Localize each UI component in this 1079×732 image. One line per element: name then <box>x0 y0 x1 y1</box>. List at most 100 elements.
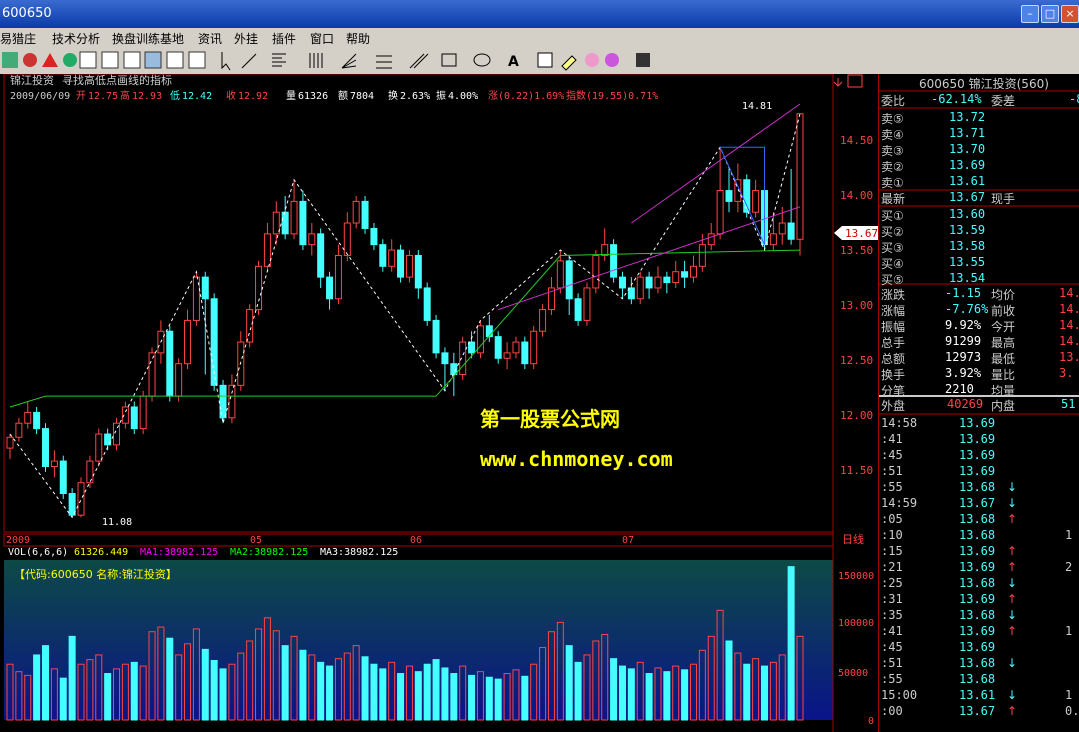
candle-body <box>556 260 564 289</box>
tick-row: :00 13.67 ↑ 0. <box>881 704 1079 718</box>
grid-icon <box>123 51 141 69</box>
svg-text:振: 振 <box>436 89 446 102</box>
candle-body <box>530 330 538 365</box>
minimize-button[interactable]: – <box>1021 5 1039 23</box>
cycle-icon <box>309 53 323 68</box>
channel-icon <box>376 55 392 69</box>
sell-level-1: 卖① 13.61 <box>881 174 986 190</box>
fan-icon <box>341 53 357 69</box>
menu-item-trade[interactable]: 交易猎庄 <box>0 30 36 47</box>
candle-body <box>432 319 440 354</box>
candle-body <box>618 276 626 289</box>
candle-body <box>326 276 334 300</box>
volume-bar <box>681 669 689 721</box>
candle-body <box>610 244 618 278</box>
candle-body <box>59 460 67 495</box>
menu-item-plugin-ext[interactable]: 外挂 <box>234 30 258 47</box>
stat-row: 总额 12973 最低 13. <box>881 350 1079 366</box>
candle-body <box>592 254 600 289</box>
candle-body <box>308 233 316 246</box>
candle-body <box>86 460 94 484</box>
svg-text:VOL(6,6,6): VOL(6,6,6) <box>8 547 68 558</box>
sell-level-2: 卖② 13.69 <box>881 158 986 174</box>
svg-text:13.00: 13.00 <box>840 299 873 312</box>
svg-text:12.42: 12.42 <box>182 91 212 102</box>
candle-body <box>379 244 387 267</box>
svg-text:50000: 50000 <box>838 668 868 679</box>
svg-text:MA2:38982.125: MA2:38982.125 <box>230 547 308 558</box>
svg-text:100000: 100000 <box>838 618 874 629</box>
volume-bar <box>432 659 440 721</box>
volume-axis-labels: 150000 100000 50000 0 <box>838 571 874 727</box>
svg-text:12.50: 12.50 <box>840 354 873 367</box>
menu-bar: 交易猎庄 技术分析 换盘训练基地 资讯 外挂 插件 窗口 帮助 <box>0 28 1079 48</box>
svg-text:61326.449: 61326.449 <box>74 547 128 558</box>
sell-level-4: 卖④ 13.71 <box>881 126 986 142</box>
candle-body <box>778 222 786 235</box>
candle-body <box>352 200 360 224</box>
outer-inner-row: 外盘 40269 内盘 51 <box>879 397 1079 413</box>
volume-bar <box>485 676 493 721</box>
watermark-title: 第一股票公式网 <box>480 407 620 431</box>
menu-item-training[interactable]: 换盘训练基地 <box>112 30 184 47</box>
chart-max-icon[interactable] <box>847 74 863 88</box>
channel-high <box>631 103 801 224</box>
volume-bar <box>166 637 174 721</box>
maximize-button[interactable]: □ <box>1041 5 1059 23</box>
menu-item-tech[interactable]: 技术分析 <box>52 30 100 47</box>
volume-bar <box>441 667 449 721</box>
volume-bar <box>299 649 307 721</box>
tick-row: :21 13.69 ↑ 2 <box>881 560 1073 574</box>
svg-text:收: 收 <box>226 89 236 102</box>
ohlc-header: 开 12.75 高 12.93 低 12.42 收 12.92 量 61326 额 7804… <box>76 89 658 102</box>
svg-text:开: 开 <box>76 91 86 102</box>
candle-body <box>166 330 174 397</box>
stat-row: 总手 91299 最高 14. <box>881 334 1079 350</box>
svg-text:150000: 150000 <box>838 571 874 582</box>
svg-text:MA1:38982.125: MA1:38982.125 <box>140 547 218 558</box>
copy-icon <box>537 52 553 68</box>
toolbar: A <box>0 48 1079 75</box>
candle-body <box>565 260 573 300</box>
ellipse-tool-icon <box>473 53 491 67</box>
tick-row: 15:00 13.61 ↓ 1 <box>881 688 1073 702</box>
chart-canvas[interactable]: 锦江投资 寻找高低点画线的指标 2009/06/09 开 12.75 高 12.93… <box>0 74 878 732</box>
candle-body <box>583 287 591 321</box>
palette-icon <box>605 53 619 67</box>
candle-body <box>521 341 529 365</box>
candle-body <box>698 244 706 267</box>
candle-body <box>317 233 325 278</box>
svg-text:量: 量 <box>286 90 296 102</box>
volume-bar <box>59 677 67 721</box>
menu-item-help[interactable]: 帮助 <box>346 30 370 47</box>
candle-body <box>334 254 342 300</box>
close-button[interactable]: × <box>1061 5 1079 23</box>
formula-desc: 寻找高低点画线的指标 <box>62 74 172 87</box>
candle-body <box>654 276 662 289</box>
chart-panel[interactable]: 锦江投资 寻找高低点画线的指标 2009/06/09 开 12.75 高 12.93… <box>0 74 878 732</box>
volume-bar <box>317 661 325 721</box>
quote-panel: 600650 锦江投资(560) 委比 -62.14% 委差 -8 外盘 402… <box>878 74 1079 732</box>
candle-body <box>95 433 103 462</box>
sell-level-3: 卖③ 13.70 <box>881 142 986 158</box>
svg-text:06: 06 <box>410 535 422 546</box>
menu-item-plugins[interactable]: 插件 <box>272 30 296 47</box>
candle-body <box>743 179 751 213</box>
candle-body <box>494 336 502 359</box>
candle-body <box>796 113 804 240</box>
candle-body <box>255 265 263 311</box>
candle-body <box>787 222 795 240</box>
volume-bar <box>618 665 626 721</box>
svg-text:12.00: 12.00 <box>840 409 873 422</box>
svg-text:05: 05 <box>250 535 262 546</box>
svg-text:指数(19.55)0.71%: 指数(19.55)0.71% <box>566 89 658 102</box>
tick-row: :31 13.69 ↑ <box>881 592 1018 606</box>
cursor-price: 13.67 <box>845 227 878 240</box>
menu-item-news[interactable]: 资讯 <box>198 30 222 47</box>
tick-row: :55 13.68 <box>881 672 996 686</box>
candle-body <box>175 363 183 397</box>
record-icon <box>23 53 37 67</box>
volume-bar <box>42 645 50 721</box>
buy-level-1: 买① 13.60 <box>881 207 986 223</box>
menu-item-window[interactable]: 窗口 <box>310 30 334 47</box>
